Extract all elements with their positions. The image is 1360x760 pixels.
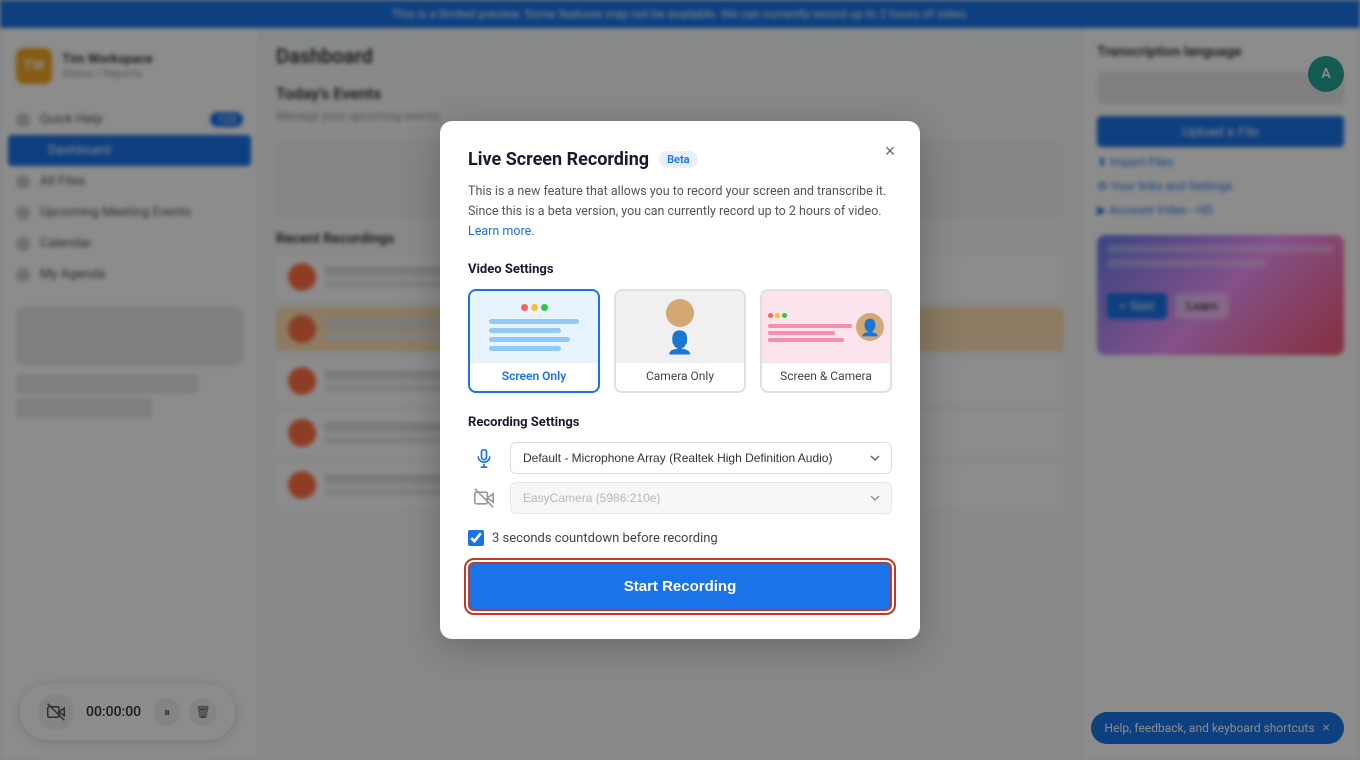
sc-left	[768, 297, 852, 357]
modal-description: This is a new feature that allows you to…	[468, 182, 892, 242]
screen-only-label: Screen Only	[470, 363, 598, 391]
camera-off-icon	[468, 482, 500, 514]
camera-select[interactable]: EasyCamera (5986:210e)	[510, 482, 892, 514]
screen-camera-content: 👤	[762, 291, 890, 363]
screen-only-thumb	[470, 291, 598, 363]
video-option-screen-camera[interactable]: 👤 Screen & Camera	[760, 289, 892, 393]
recording-settings: Default - Microphone Array (Realtek High…	[468, 442, 892, 514]
modal-overlay: Live Screen Recording Beta × This is a n…	[0, 0, 1360, 760]
modal-close-button[interactable]: ×	[876, 137, 904, 165]
sc-camera-circle: 👤	[856, 313, 884, 341]
dot-green	[541, 304, 548, 311]
start-recording-button[interactable]: Start Recording	[468, 562, 892, 611]
video-option-camera-only[interactable]: 👤 Camera Only	[614, 289, 746, 393]
dot-red	[521, 304, 528, 311]
screen-dots	[521, 304, 548, 311]
live-screen-recording-modal: Live Screen Recording Beta × This is a n…	[440, 121, 920, 639]
countdown-label: 3 seconds countdown before recording	[492, 531, 718, 546]
countdown-row: 3 seconds countdown before recording	[468, 530, 892, 546]
modal-title: Live Screen Recording	[468, 149, 649, 170]
beta-badge: Beta	[659, 151, 698, 168]
screen-camera-label: Screen & Camera	[762, 363, 890, 391]
video-settings-label: Video Settings	[468, 262, 892, 277]
person-figure: 👤	[666, 299, 694, 356]
camera-only-thumb: 👤	[616, 291, 744, 363]
camera-only-label: Camera Only	[616, 363, 744, 391]
person-head	[666, 299, 694, 327]
microphone-select[interactable]: Default - Microphone Array (Realtek High…	[510, 442, 892, 474]
screen-lines	[489, 319, 579, 351]
sc-dots	[768, 313, 852, 318]
video-options: Screen Only 👤 Camera Only	[468, 289, 892, 393]
screen-thumb-content	[470, 291, 598, 363]
camera-thumb-content: 👤	[616, 291, 744, 363]
video-option-screen-only[interactable]: Screen Only	[468, 289, 600, 393]
camera-row: EasyCamera (5986:210e)	[468, 482, 892, 514]
dot-yellow	[531, 304, 538, 311]
countdown-checkbox[interactable]	[468, 530, 484, 546]
screen-camera-thumb: 👤	[762, 291, 890, 363]
learn-more-link[interactable]: Learn more.	[468, 224, 535, 239]
microphone-row: Default - Microphone Array (Realtek High…	[468, 442, 892, 474]
recording-settings-label: Recording Settings	[468, 415, 892, 430]
microphone-icon	[468, 442, 500, 474]
modal-header: Live Screen Recording Beta	[468, 149, 892, 170]
